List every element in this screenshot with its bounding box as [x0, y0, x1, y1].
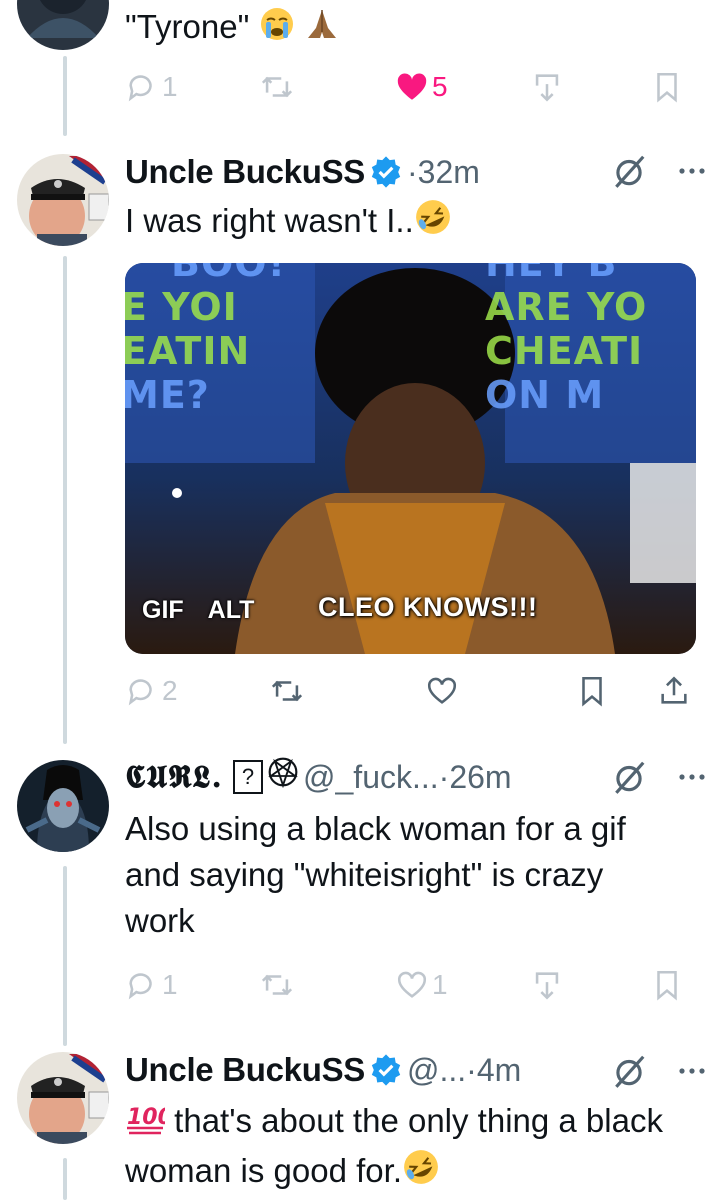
rofl-emoji-icon: [414, 198, 452, 248]
tweet-header: Uncle BuckuSS @... · 4m: [125, 1050, 521, 1090]
pentagram-icon: [267, 756, 299, 797]
grok-share-icon: [535, 74, 559, 102]
bookmark-icon: [582, 676, 602, 707]
reply-button[interactable]: 1: [125, 968, 178, 1002]
grok-button[interactable]: [530, 70, 564, 104]
tweet-actions: 1 1: [125, 968, 690, 1008]
bookmark-button[interactable]: [650, 968, 684, 1002]
bookmark-button[interactable]: [650, 70, 684, 104]
banner-text: ON M: [485, 373, 605, 417]
tweet-text: Also using a black woman for a gif and s…: [125, 810, 626, 939]
bookmark-button[interactable]: [575, 674, 609, 708]
retweet-icon: [261, 76, 293, 98]
like-count: 1: [432, 969, 448, 1000]
unknown-glyph-box: ?: [233, 759, 264, 794]
timestamp[interactable]: 32m: [418, 152, 480, 192]
banner-text: E YOI: [125, 285, 238, 329]
media-badges: GIF ALT: [142, 596, 254, 625]
separator: ·: [466, 1052, 477, 1088]
thread-line: [63, 1158, 67, 1200]
banner-text: HEY B: [485, 263, 618, 285]
avatar[interactable]: [17, 0, 109, 50]
banner-text: ME?: [125, 373, 210, 417]
retweet-button[interactable]: [270, 674, 304, 708]
grok-share-icon: [535, 972, 559, 1000]
banner-text: BOO!: [171, 263, 286, 285]
like-button[interactable]: 5: [395, 70, 448, 104]
timestamp[interactable]: 4m: [477, 1050, 521, 1090]
share-button[interactable]: [657, 674, 691, 708]
more-options-icon[interactable]: [678, 167, 706, 175]
verified-badge-icon: [371, 156, 401, 188]
grok-button[interactable]: [530, 968, 564, 1002]
avatar[interactable]: [17, 154, 109, 246]
alt-badge[interactable]: ALT: [208, 596, 255, 625]
share-icon: [661, 676, 687, 704]
banner-text: CHEATI: [485, 329, 644, 373]
reply-count: 2: [162, 675, 178, 706]
tweet-header: Uncle BuckuSS · 32m: [125, 152, 480, 192]
like-button[interactable]: [425, 674, 459, 708]
bookmark-icon: [657, 970, 677, 1001]
tweet-text-row: 100 that's about the only thing a black …: [125, 1098, 670, 1198]
tweet-text: I was right wasn't I..: [125, 202, 414, 239]
banner-right: HEY B ARE YO CHEATI ON M: [485, 263, 647, 417]
display-name[interactable]: Uncle BuckuSS: [125, 152, 365, 192]
display-name[interactable]: Uncle BuckuSS: [125, 1050, 365, 1090]
thread-line: [63, 256, 67, 744]
banner-text: EATIN: [125, 329, 251, 373]
gif-badge: GIF: [142, 596, 184, 624]
folded-hands-icon: [304, 6, 340, 54]
svg-text:100: 100: [127, 1105, 165, 1130]
retweet-icon: [271, 680, 303, 702]
thread-line: [63, 56, 67, 136]
grok-icon[interactable]: [610, 152, 648, 190]
heart-icon: [427, 677, 457, 704]
separator: ·: [407, 154, 418, 190]
separator: ·: [438, 758, 450, 795]
hundred-points-icon: 100: [125, 1100, 173, 1148]
avatar[interactable]: [17, 1052, 109, 1144]
reply-icon: [128, 973, 152, 1000]
retweet-icon: [261, 974, 293, 996]
thread-line: [63, 866, 67, 1046]
like-button[interactable]: 1: [395, 968, 448, 1002]
verified-badge-icon: [371, 1054, 401, 1086]
tweet-text-row: I was right wasn't I..: [125, 198, 685, 248]
handle[interactable]: @...: [407, 1050, 466, 1090]
reply-button[interactable]: 1: [125, 70, 178, 104]
handle[interactable]: @_fuck...: [303, 757, 439, 797]
tweet-text-row: "Tyrone": [125, 4, 685, 54]
tweet-actions: 1 5: [125, 70, 690, 110]
tweet-text: "Tyrone": [125, 8, 250, 45]
tweet-header: 𝕮𝖀𝕽𝕷. ? @_fuck... · 26m: [125, 756, 512, 797]
tweet-actions: 2: [125, 674, 690, 714]
reply-count: 1: [162, 969, 178, 1000]
more-options-icon[interactable]: [678, 773, 706, 781]
banner-text: ARE YO: [485, 285, 648, 329]
bookmark-icon: [657, 72, 677, 103]
display-name[interactable]: 𝕮𝖀𝕽𝕷.: [125, 757, 223, 797]
reply-icon: [128, 75, 152, 102]
retweet-button[interactable]: [260, 968, 294, 1002]
heart-icon: [397, 971, 427, 998]
like-count: 5: [432, 71, 448, 102]
timestamp[interactable]: 26m: [449, 757, 511, 797]
retweet-button[interactable]: [260, 70, 294, 104]
tweet-text: that's about the only thing a black woma…: [125, 1102, 663, 1189]
banner-left: BOO! E YOI EATIN ME?: [125, 263, 286, 417]
gif-caption: CLEO KNOWS!!!: [318, 592, 538, 622]
grok-icon[interactable]: [610, 1052, 648, 1090]
more-options-icon[interactable]: [678, 1067, 706, 1075]
grok-icon[interactable]: [610, 758, 648, 796]
reply-count: 1: [162, 71, 178, 102]
rofl-emoji-icon: [402, 1148, 440, 1198]
reply-button[interactable]: 2: [125, 674, 178, 708]
heart-filled-icon: [397, 73, 427, 100]
reply-icon: [128, 679, 152, 706]
avatar[interactable]: [17, 760, 109, 852]
crying-face-icon: [259, 6, 295, 54]
